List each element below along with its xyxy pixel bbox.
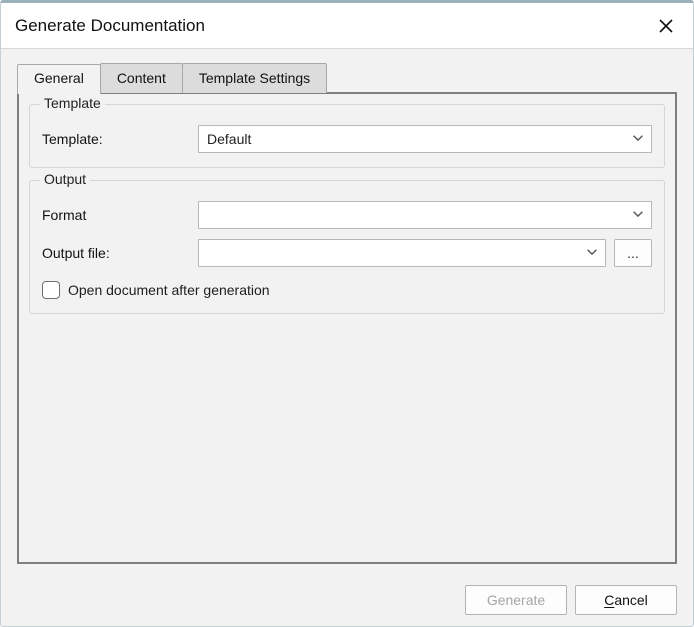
tab-label: Content bbox=[117, 70, 166, 86]
output-file-label: Output file: bbox=[42, 245, 198, 261]
template-label: Template: bbox=[42, 131, 198, 147]
footer: Generate Cancel bbox=[1, 574, 693, 626]
tab-bar: General Content Template Settings bbox=[17, 63, 677, 93]
tab-label: Template Settings bbox=[199, 70, 310, 86]
tab-panel-general: Template Template: Default Output Format bbox=[17, 92, 677, 564]
group-template: Template Template: Default bbox=[29, 104, 665, 168]
close-button[interactable] bbox=[653, 13, 679, 39]
titlebar: Generate Documentation bbox=[1, 3, 693, 49]
generate-label: Generate bbox=[487, 592, 545, 608]
chevron-down-icon bbox=[631, 131, 645, 148]
template-value: Default bbox=[207, 131, 251, 147]
group-title: Output bbox=[40, 171, 90, 187]
tab-template-settings[interactable]: Template Settings bbox=[182, 63, 327, 93]
window-title: Generate Documentation bbox=[15, 16, 205, 36]
format-dropdown[interactable] bbox=[198, 201, 652, 229]
tab-general[interactable]: General bbox=[17, 64, 101, 94]
cancel-button[interactable]: Cancel bbox=[575, 585, 677, 615]
chevron-down-icon bbox=[631, 207, 645, 224]
format-label: Format bbox=[42, 207, 198, 223]
group-title: Template bbox=[40, 95, 105, 111]
group-output: Output Format Output file: bbox=[29, 180, 665, 314]
row-open-after: Open document after generation bbox=[42, 281, 652, 299]
dialog-window: Generate Documentation General Content T… bbox=[0, 0, 694, 627]
tab-content[interactable]: Content bbox=[100, 63, 183, 93]
content-area: General Content Template Settings Templa… bbox=[1, 49, 693, 574]
open-after-label: Open document after generation bbox=[68, 282, 270, 298]
row-template: Template: Default bbox=[42, 125, 652, 153]
cancel-label: Cancel bbox=[604, 592, 648, 608]
close-icon bbox=[658, 18, 674, 34]
row-format: Format bbox=[42, 201, 652, 229]
chevron-down-icon bbox=[585, 245, 599, 262]
open-after-checkbox[interactable] bbox=[42, 281, 60, 299]
template-dropdown[interactable]: Default bbox=[198, 125, 652, 153]
tab-label: General bbox=[34, 70, 84, 86]
browse-label: ... bbox=[627, 245, 639, 261]
browse-button[interactable]: ... bbox=[614, 239, 652, 267]
generate-button[interactable]: Generate bbox=[465, 585, 567, 615]
output-file-dropdown[interactable] bbox=[198, 239, 606, 267]
row-output-file: Output file: ... bbox=[42, 239, 652, 267]
